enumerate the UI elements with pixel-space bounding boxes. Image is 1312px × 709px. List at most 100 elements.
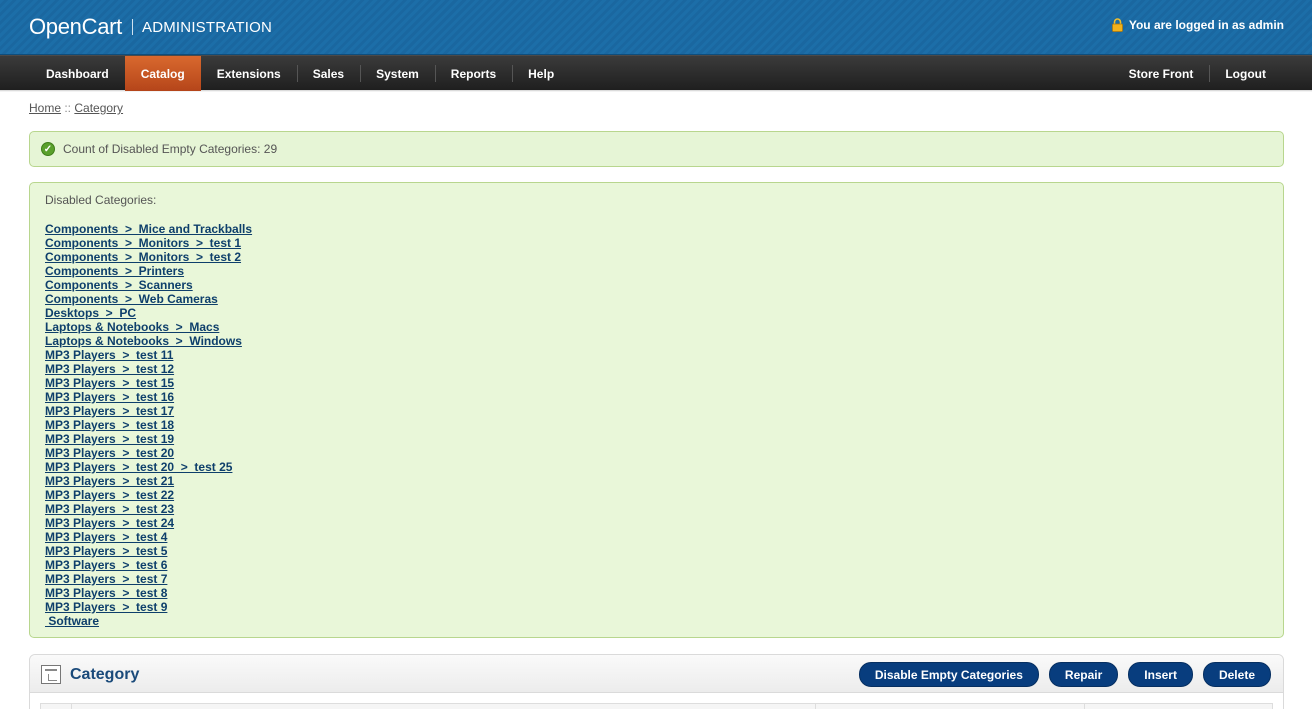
disabled-category-link[interactable]: Software [45, 614, 99, 628]
menu-item-logout[interactable]: Logout [1209, 56, 1282, 91]
list-item: MP3 Players > test 20 > test 25 [45, 460, 1268, 474]
disabled-categories-list: Components > Mice and Trackballs Componen… [45, 222, 1268, 628]
menu-item-extensions[interactable]: Extensions [201, 56, 297, 91]
list-item: Components > Web Cameras [45, 292, 1268, 306]
list-item: Laptops & Notebooks > Macs [45, 320, 1268, 334]
breadcrumb-separator: :: [61, 101, 75, 115]
list-item: MP3 Players > test 12 [45, 362, 1268, 376]
list-item: MP3 Players > test 21 [45, 474, 1268, 488]
check-circle-icon: ✓ [41, 142, 55, 156]
list-item: MP3 Players > test 4 [45, 530, 1268, 544]
disabled-category-link[interactable]: Components > Monitors > test 2 [45, 250, 241, 264]
list-item: Desktops > PC [45, 306, 1268, 320]
menu-item-sales[interactable]: Sales [296, 56, 360, 91]
list-item: MP3 Players > test 5 [45, 544, 1268, 558]
menu-left: Dashboard Catalog Extensions Sales System Rep… [30, 56, 570, 91]
list-item: Components > Printers [45, 264, 1268, 278]
menu-item-store-front[interactable]: Store Front [1113, 56, 1210, 91]
list-item: MP3 Players > test 18 [45, 418, 1268, 432]
action-buttons: Disable Empty Categories Repair Insert D… [849, 662, 1271, 687]
content: Home :: Category ✓ Count of Disabled Emp… [0, 101, 1312, 709]
disabled-category-link[interactable]: Components > Mice and Trackballs [45, 222, 252, 236]
disabled-category-link[interactable]: MP3 Players > test 20 > test 25 [45, 460, 232, 474]
disabled-category-link[interactable]: Desktops > PC [45, 306, 136, 320]
category-box: Category Disable Empty Categories Repair… [29, 654, 1284, 709]
disabled-category-link[interactable]: MP3 Players > test 12 [45, 362, 174, 376]
list-item: Components > Scanners [45, 278, 1268, 292]
category-table-header [40, 703, 1273, 709]
menu-item-catalog[interactable]: Catalog [124, 56, 201, 91]
page-title: Category [70, 666, 140, 683]
brand-name: OpenCart [29, 14, 122, 39]
insert-button[interactable]: Insert [1128, 662, 1193, 687]
disabled-category-link[interactable]: Components > Scanners [45, 278, 193, 292]
lock-icon [1111, 18, 1123, 32]
disabled-category-link[interactable]: MP3 Players > test 17 [45, 404, 174, 418]
disabled-category-link[interactable]: MP3 Players > test 19 [45, 432, 174, 446]
logo[interactable]: OpenCart ADMINISTRATION [29, 14, 272, 40]
sort-order-column[interactable] [816, 704, 1085, 709]
breadcrumb-home[interactable]: Home [29, 101, 61, 115]
list-item: MP3 Players > test 7 [45, 572, 1268, 586]
menu-item-dashboard[interactable]: Dashboard [30, 56, 125, 91]
breadcrumb: Home :: Category [29, 101, 1284, 121]
disabled-category-link[interactable]: Components > Web Cameras [45, 292, 218, 306]
disabled-category-link[interactable]: MP3 Players > test 7 [45, 572, 167, 586]
disabled-category-link[interactable]: MP3 Players > test 22 [45, 488, 174, 502]
header: OpenCart ADMINISTRATION You are logged i… [0, 0, 1312, 55]
list-item: MP3 Players > test 8 [45, 586, 1268, 600]
list-item: MP3 Players > test 22 [45, 488, 1268, 502]
menu-item-system[interactable]: System [360, 56, 435, 91]
success-text: Count of Disabled Empty Categories: 29 [63, 142, 278, 156]
list-item: MP3 Players > test 17 [45, 404, 1268, 418]
disabled-category-link[interactable]: Components > Monitors > test 1 [45, 236, 241, 250]
disabled-category-link[interactable]: MP3 Players > test 21 [45, 474, 174, 488]
list-item: MP3 Players > test 20 [45, 446, 1268, 460]
disabled-category-link[interactable]: Components > Printers [45, 264, 184, 278]
list-item: Components > Monitors > test 2 [45, 250, 1268, 264]
menu-item-help[interactable]: Help [512, 56, 570, 91]
disabled-category-link[interactable]: MP3 Players > test 15 [45, 376, 174, 390]
category-table-area [30, 693, 1283, 709]
disabled-category-link[interactable]: MP3 Players > test 16 [45, 390, 174, 404]
list-item: Laptops & Notebooks > Windows [45, 334, 1268, 348]
disabled-category-link[interactable]: MP3 Players > test 11 [45, 348, 173, 362]
disabled-categories-panel: Disabled Categories: Components > Mice a… [29, 182, 1284, 638]
disabled-categories-heading: Disabled Categories: [45, 193, 157, 207]
disabled-category-link[interactable]: MP3 Players > test 20 [45, 446, 174, 460]
disabled-category-link[interactable]: MP3 Players > test 5 [45, 544, 167, 558]
disabled-category-link[interactable]: MP3 Players > test 9 [45, 600, 167, 614]
list-item: Components > Mice and Trackballs [45, 222, 1268, 236]
repair-button[interactable]: Repair [1048, 662, 1119, 687]
list-item: MP3 Players > test 19 [45, 432, 1268, 446]
login-status: You are logged in as admin [1111, 18, 1284, 32]
list-item: MP3 Players > test 23 [45, 502, 1268, 516]
breadcrumb-category[interactable]: Category [74, 101, 123, 115]
disabled-category-link[interactable]: MP3 Players > test 4 [45, 530, 167, 544]
disabled-category-link[interactable]: MP3 Players > test 23 [45, 502, 174, 516]
delete-button[interactable]: Delete [1202, 662, 1271, 687]
disable-empty-categories-button[interactable]: Disable Empty Categories [858, 662, 1039, 687]
menu-item-reports[interactable]: Reports [434, 56, 512, 91]
disabled-category-link[interactable]: MP3 Players > test 8 [45, 586, 167, 600]
list-item: MP3 Players > test 9 [45, 600, 1268, 614]
login-text: You are logged in as admin [1128, 18, 1284, 32]
disabled-category-link[interactable]: MP3 Players > test 6 [45, 558, 167, 572]
list-item: MP3 Players > test 24 [45, 516, 1268, 530]
disabled-category-link[interactable]: Laptops & Notebooks > Macs [45, 320, 219, 334]
main-menu: Dashboard Catalog Extensions Sales System Rep… [0, 55, 1312, 91]
list-item: MP3 Players > test 11 [45, 348, 1268, 362]
success-message: ✓ Count of Disabled Empty Categories: 29 [29, 131, 1284, 167]
category-box-header: Category Disable Empty Categories Repair… [30, 655, 1283, 693]
disabled-category-link[interactable]: MP3 Players > test 24 [45, 516, 174, 530]
list-item: MP3 Players > test 15 [45, 376, 1268, 390]
list-item: MP3 Players > test 6 [45, 558, 1268, 572]
disabled-category-link[interactable]: MP3 Players > test 18 [45, 418, 174, 432]
select-all-column[interactable] [41, 704, 72, 709]
list-item: Components > Monitors > test 1 [45, 236, 1268, 250]
category-icon [41, 665, 61, 684]
list-item: Software [45, 614, 1268, 628]
category-name-column[interactable] [72, 704, 816, 709]
menu-right: Store Front Logout [1113, 56, 1282, 91]
disabled-category-link[interactable]: Laptops & Notebooks > Windows [45, 334, 242, 348]
